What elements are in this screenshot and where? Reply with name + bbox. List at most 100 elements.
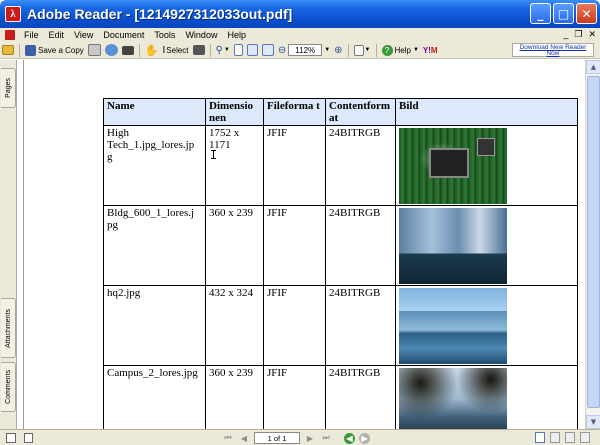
title-bar: λ Adobe Reader - [1214927312033out.pdf] …	[0, 0, 600, 28]
download-reader-link[interactable]: Download New Reader Now	[512, 43, 594, 57]
adobe-reader-icon[interactable]: λ	[5, 6, 21, 22]
tab-attachments[interactable]: Attachments	[1, 298, 16, 358]
menu-window[interactable]: Window	[180, 30, 222, 40]
continuous-facing-icon[interactable]	[580, 432, 590, 443]
save-copy-button[interactable]: Save a Copy	[23, 43, 86, 58]
zoom-out-button[interactable]: ⊖	[276, 43, 288, 58]
table-row: hq2.jpg 432 x 324 JFIF 24BITRGB	[103, 285, 578, 366]
yahoo-icon: Y!	[422, 45, 431, 55]
cell-image	[395, 205, 578, 286]
actual-size-button[interactable]	[232, 43, 245, 58]
continuous-icon[interactable]	[550, 432, 560, 443]
first-page-button[interactable]: ⏮	[222, 433, 234, 444]
header-fileformat: Fileforma t	[263, 98, 326, 126]
zoom-in-button[interactable]: ⊕	[332, 43, 344, 58]
zoom-input[interactable]: 112%	[288, 44, 323, 56]
menu-tools[interactable]: Tools	[149, 30, 180, 40]
page-edge	[23, 60, 24, 429]
go-forward-button[interactable]: ▶	[359, 432, 370, 444]
rotate-button[interactable]: ▼	[352, 43, 373, 58]
cell-contentformat: 24BITRGB	[325, 125, 396, 206]
magnifier-icon: ⚲	[215, 44, 223, 56]
search-button[interactable]	[120, 43, 136, 58]
last-page-button[interactable]: ⏭	[320, 433, 332, 444]
cell-contentformat: 24BITRGB	[325, 285, 396, 366]
fit-page-button[interactable]	[245, 43, 260, 58]
cell-fileformat: JFIF	[263, 365, 326, 429]
scroll-up-button[interactable]: ▲	[586, 60, 600, 74]
close-button[interactable]: ✕	[576, 3, 597, 24]
toolbar-divider	[209, 43, 211, 57]
page-thumbnail-icon[interactable]	[6, 432, 16, 443]
fit-width-button[interactable]	[260, 43, 276, 58]
table-row: Bldg_600_1_lores.j pg 360 x 239 JFIF 24B…	[103, 205, 578, 286]
help-button[interactable]: ? Help ▼	[380, 43, 421, 58]
fit-width-icon	[261, 44, 274, 56]
toolbar-divider	[375, 43, 377, 57]
actual-size-icon	[233, 44, 243, 56]
doc-restore-button[interactable]: ❐	[574, 29, 582, 40]
cell-name: hq2.jpg	[103, 285, 206, 366]
status-bar: ⏮ ◀ 1 of 1 ▶ ⏭ ◀ ▶	[0, 429, 600, 445]
email-button[interactable]	[103, 43, 120, 58]
snapshot-button[interactable]	[191, 43, 207, 58]
tab-comments-label: Comments	[4, 370, 12, 404]
cell-contentformat: 24BITRGB	[325, 205, 396, 286]
menu-help[interactable]: Help	[222, 30, 251, 40]
tab-comments[interactable]: Comments	[1, 362, 16, 412]
scrollbar-thumb[interactable]	[587, 76, 600, 408]
camera-icon	[192, 45, 205, 55]
doc-minimize-button[interactable]: _	[563, 29, 568, 40]
hand-tool-button[interactable]: ✋	[143, 43, 161, 58]
select-tool-button[interactable]: I Select	[161, 43, 191, 58]
chevron-down-icon: ▼	[364, 47, 371, 53]
toolbar-divider	[19, 43, 20, 57]
chevron-down-icon: ▼	[223, 47, 230, 53]
go-back-button[interactable]: ◀	[344, 432, 355, 444]
email-icon	[104, 44, 118, 56]
zoom-tool-button[interactable]: ⚲ ▼	[214, 43, 232, 58]
cell-image	[395, 285, 578, 366]
chevron-down-icon: ▼	[412, 47, 419, 53]
cell-dimension: 432 x 324	[205, 285, 264, 366]
document-icon[interactable]	[5, 30, 15, 40]
campus-photo	[399, 368, 507, 429]
header-dimension: Dimensio nen	[205, 98, 264, 126]
download-line-2: Now	[546, 50, 560, 57]
previous-page-button[interactable]: ◀	[238, 433, 250, 444]
single-page-icon[interactable]	[535, 432, 545, 443]
header-image: Bild	[395, 98, 578, 126]
cell-dimension: 1752 x 1171	[205, 125, 264, 206]
yahoo-button[interactable]: Y! M	[421, 43, 440, 58]
print-button[interactable]	[86, 43, 103, 58]
layout-icon[interactable]	[24, 432, 33, 443]
header-name: Name	[103, 98, 206, 126]
minimize-button[interactable]: _	[530, 3, 551, 24]
help-label: Help	[394, 45, 411, 55]
doc-close-button[interactable]: ✕	[588, 29, 596, 40]
navigation-panel: Pages Attachments Comments	[0, 60, 17, 429]
cell-image	[395, 125, 578, 206]
menu-file[interactable]: File	[19, 30, 44, 40]
menu-document[interactable]: Document	[98, 30, 149, 40]
maximize-button[interactable]: □	[553, 3, 574, 24]
open-button[interactable]	[0, 43, 16, 58]
next-page-button[interactable]: ▶	[304, 433, 316, 444]
window-title: Adobe Reader - [1214927312033out.pdf]	[27, 6, 293, 22]
document-view[interactable]: Name Dimensio nen Fileforma t Contentfor…	[18, 60, 585, 429]
table-row: High Tech_1.jpg_lores.jp g 1752 x 1171 J…	[103, 125, 578, 206]
zoom-in-icon: ⊕	[334, 44, 343, 56]
table-header-row: Name Dimensio nen Fileforma t Contentfor…	[103, 98, 578, 126]
menu-edit[interactable]: Edit	[44, 30, 70, 40]
tab-pages[interactable]: Pages	[1, 68, 16, 108]
vertical-scrollbar[interactable]: ▲ ▼	[585, 60, 600, 429]
facing-icon[interactable]	[565, 432, 575, 443]
chip-shape	[429, 148, 469, 178]
cell-name: Campus_2_lores.jpg	[103, 365, 206, 429]
cell-image	[395, 365, 578, 429]
menu-view[interactable]: View	[69, 30, 98, 40]
scroll-down-button[interactable]: ▼	[586, 415, 600, 429]
tab-attachments-label: Attachments	[4, 308, 12, 348]
zoom-dropdown[interactable]: ▼	[322, 43, 332, 58]
page-number-input[interactable]: 1 of 1	[254, 432, 300, 444]
